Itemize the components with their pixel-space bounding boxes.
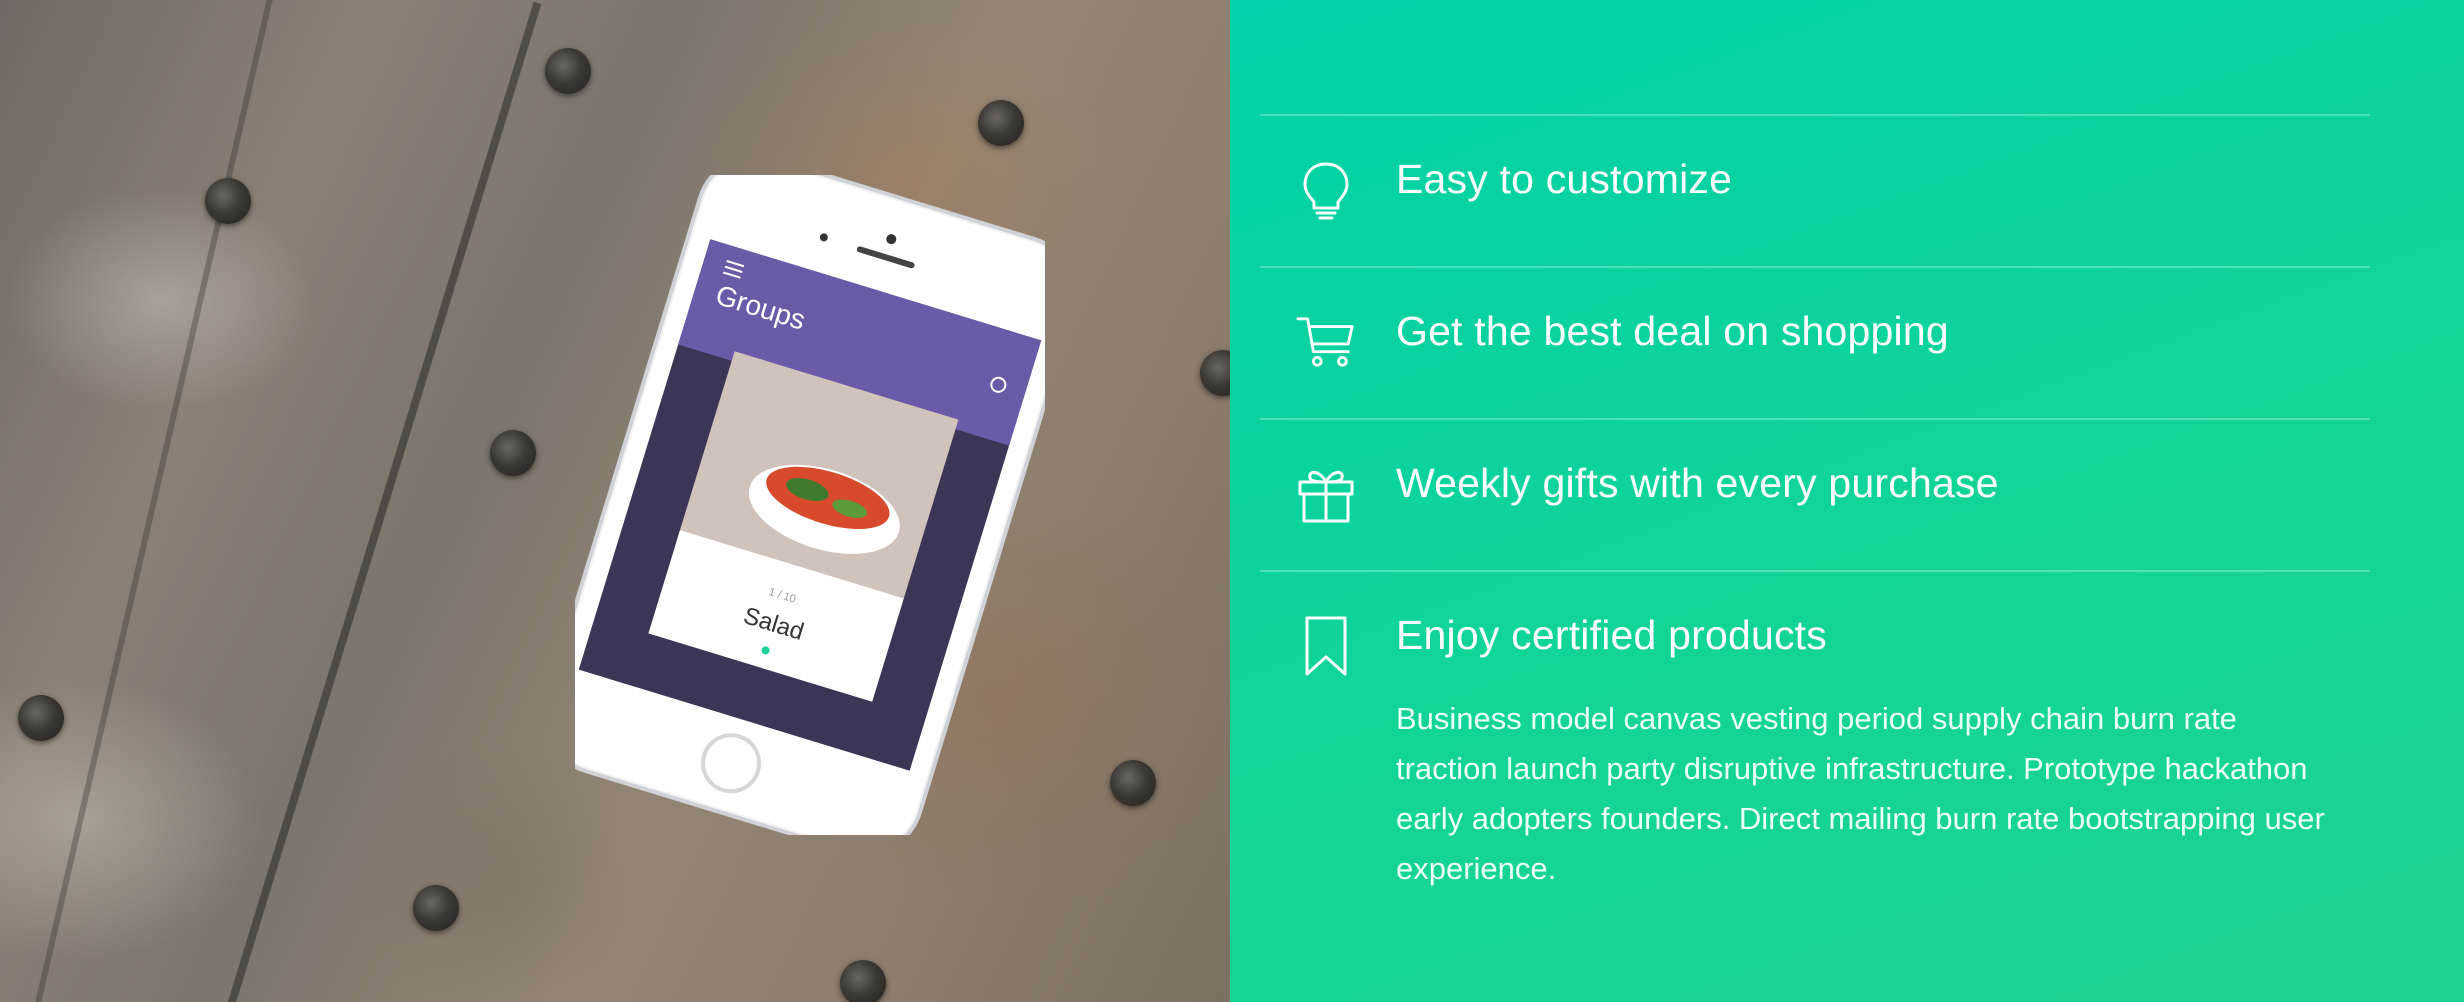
features-panel: Easy to customize Get the best deal on s…	[1230, 0, 2464, 1002]
feature-title: Weekly gifts with every purchase	[1396, 460, 1999, 506]
rivet	[413, 885, 459, 931]
feature-title: Easy to customize	[1396, 156, 1733, 202]
feature-item-shopping: Get the best deal on shopping	[1260, 266, 2370, 418]
bookmark-icon	[1296, 616, 1356, 676]
rivet	[1200, 350, 1230, 396]
rivet	[978, 100, 1024, 146]
lightbulb-icon	[1296, 160, 1356, 220]
feature-title: Get the best deal on shopping	[1396, 308, 1949, 354]
rivet	[490, 430, 536, 476]
rivet	[545, 48, 591, 94]
rivet	[840, 960, 886, 1002]
feature-item-customize: Easy to customize	[1260, 114, 2370, 266]
gift-icon	[1296, 464, 1356, 524]
page: Groups 1 / 10 Salad Easy to customize Ge…	[0, 0, 2464, 1002]
feature-description: Business model canvas vesting period sup…	[1396, 701, 2325, 886]
plate-seam	[226, 1, 542, 1002]
phone-mockup: Groups 1 / 10 Salad	[575, 175, 1045, 835]
rivet	[1110, 760, 1156, 806]
plate-seam	[31, 0, 275, 1002]
feature-item-gifts: Weekly gifts with every purchase	[1260, 418, 2370, 570]
rivet	[18, 695, 64, 741]
rivet	[205, 178, 251, 224]
feature-title: Enjoy certified products	[1396, 612, 1827, 658]
shopping-cart-icon	[1296, 312, 1356, 372]
hero-photo: Groups 1 / 10 Salad	[0, 0, 1230, 1002]
